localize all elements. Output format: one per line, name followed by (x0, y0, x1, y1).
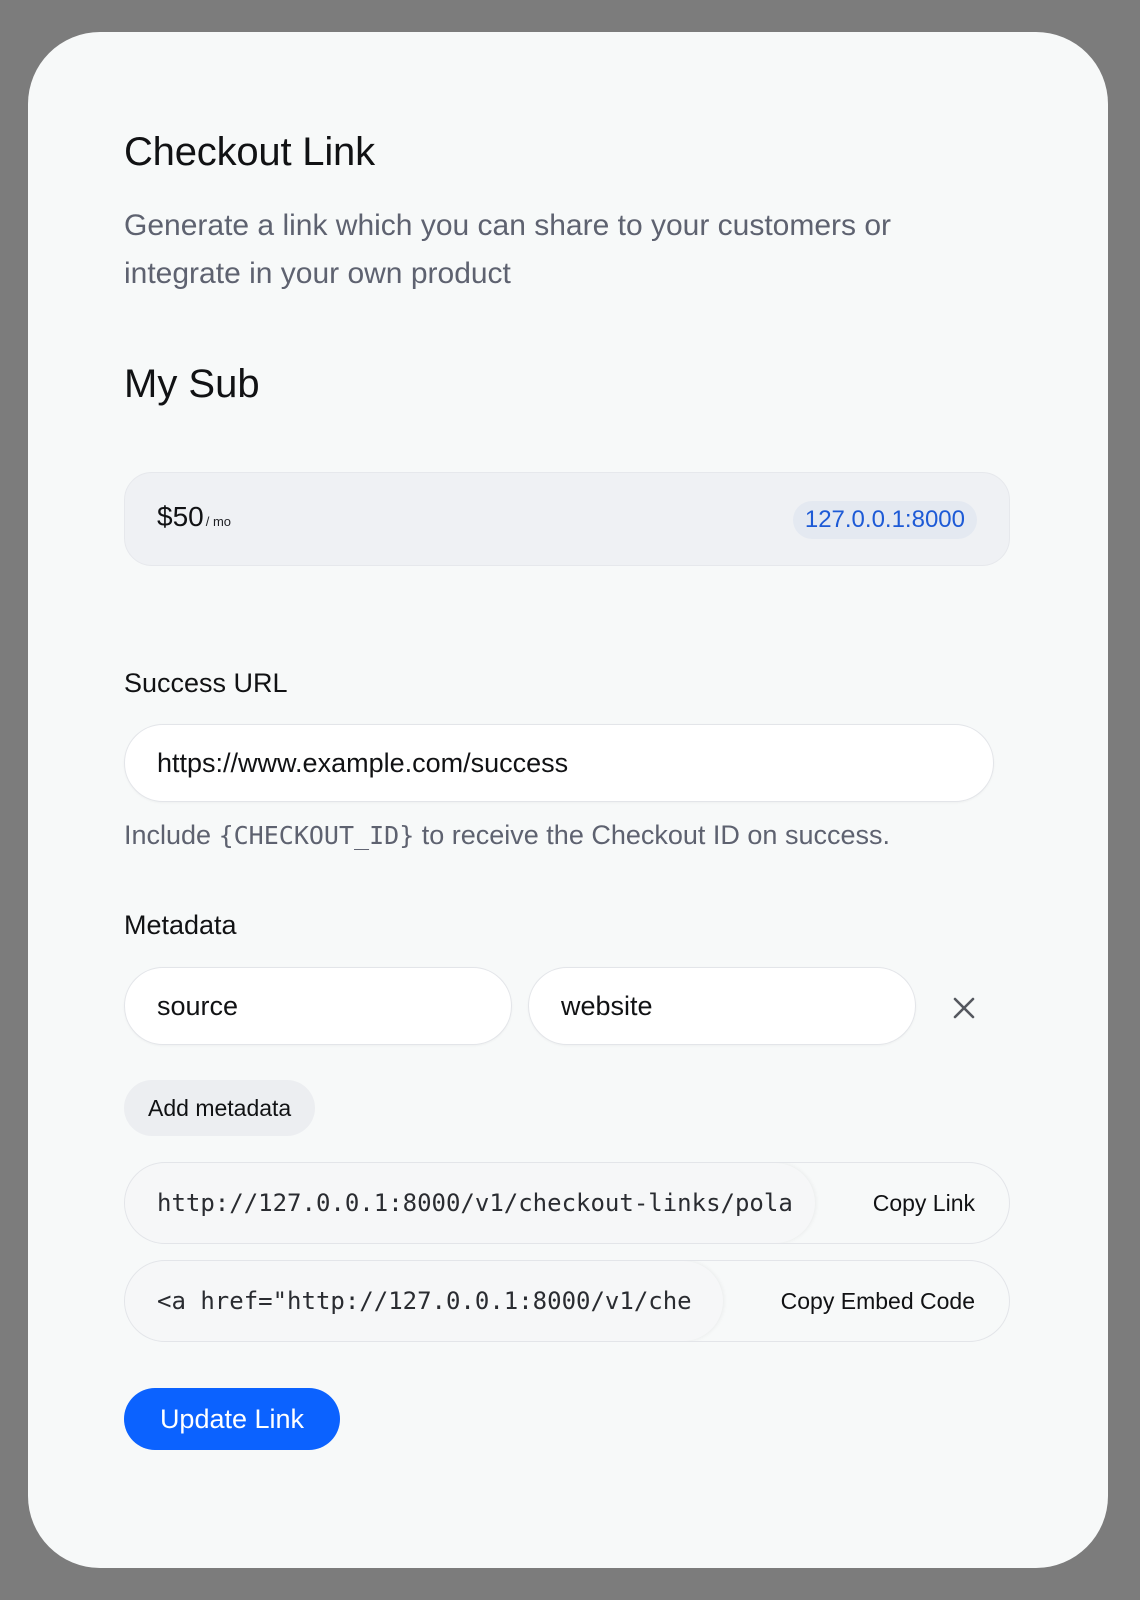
success-url-helper: Include {CHECKOUT_ID} to receive the Che… (124, 820, 890, 851)
host-badge: 127.0.0.1:8000 (792, 501, 977, 539)
embed-code-field[interactable]: <a href="http://127.0.0.1:8000/v1/che (125, 1261, 723, 1341)
checkout-link-text: http://127.0.0.1:8000/v1/checkout-links/… (157, 1189, 793, 1217)
price-card: $50/ mo 127.0.0.1:8000 (124, 472, 1010, 566)
update-link-button[interactable]: Update Link (124, 1388, 340, 1450)
close-icon (953, 997, 975, 1019)
add-metadata-button[interactable]: Add metadata (124, 1080, 316, 1136)
success-url-label: Success URL (124, 668, 288, 698)
price-amount: $50 (157, 501, 204, 532)
price-unit: / mo (205, 514, 232, 529)
embed-code-text: <a href="http://127.0.0.1:8000/v1/che (157, 1287, 692, 1315)
product-name: My Sub (124, 362, 260, 406)
checkout-link-row: http://127.0.0.1:8000/v1/checkout-links/… (124, 1162, 1010, 1244)
checkout-link-field[interactable]: http://127.0.0.1:8000/v1/checkout-links/… (125, 1163, 815, 1243)
modal-subtitle: Generate a link which you can share to y… (124, 209, 892, 290)
modal-title: Checkout Link (124, 130, 375, 174)
remove-metadata-button[interactable] (946, 990, 982, 1026)
embed-code-row: <a href="http://127.0.0.1:8000/v1/che Co… (124, 1260, 1010, 1342)
metadata-label: Metadata (124, 910, 237, 940)
metadata-value-input[interactable]: website (528, 967, 916, 1045)
price: $50/ mo (157, 501, 231, 533)
helper-suffix: to receive the Checkout ID on success. (414, 820, 890, 850)
helper-prefix: Include (124, 820, 219, 850)
modal-backdrop[interactable]: Checkout Link Generate a link which you … (0, 0, 1140, 1600)
success-url-input[interactable]: https://www.example.com/success (124, 724, 994, 802)
copy-embed-code-button[interactable]: Copy Embed Code (781, 1261, 975, 1341)
copy-link-button[interactable]: Copy Link (873, 1163, 975, 1243)
checkout-link-modal: Checkout Link Generate a link which you … (28, 32, 1108, 1568)
helper-code: {CHECKOUT_ID} (218, 821, 415, 850)
metadata-key-input[interactable]: source (124, 967, 512, 1045)
